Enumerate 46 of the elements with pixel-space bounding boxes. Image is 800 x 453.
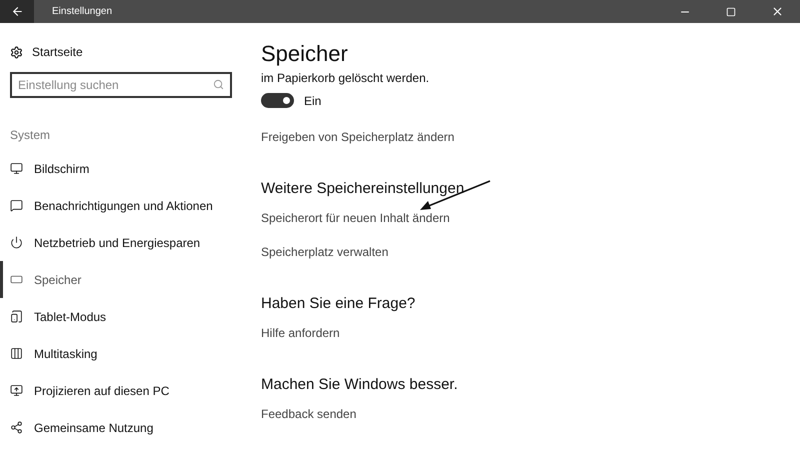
nav-item[interactable]: Netzbetrieb und Energiesparen bbox=[0, 224, 240, 261]
nav-label: Bildschirm bbox=[34, 162, 90, 176]
nav-item[interactable]: Speicher bbox=[0, 261, 240, 298]
nav-label: Benachrichtigungen und Aktionen bbox=[34, 198, 213, 212]
link[interactable]: Feedback senden bbox=[261, 407, 356, 421]
section-heading: Machen Sie Windows besser. bbox=[261, 376, 458, 393]
home-link[interactable]: Startseite bbox=[0, 42, 240, 62]
nav-item[interactable]: Projizieren auf diesen PC bbox=[0, 372, 240, 409]
maximize-icon bbox=[726, 6, 736, 16]
link[interactable]: Speicherplatz verwalten bbox=[261, 245, 388, 259]
nav-item[interactable]: Bildschirm bbox=[0, 150, 240, 187]
search-field[interactable]: Einstellung suchen bbox=[10, 72, 232, 98]
link[interactable]: Freigeben von Speicherplatz ändern bbox=[261, 130, 454, 144]
nav-label: Gemeinsame Nutzung bbox=[34, 420, 154, 434]
nav-item[interactable]: Multitasking bbox=[0, 335, 240, 372]
nav-label: Multitasking bbox=[34, 346, 98, 360]
close-icon bbox=[770, 5, 784, 18]
nav-label: Netzbetrieb und Energiesparen bbox=[34, 236, 200, 250]
description-text: im Papierkorb gelöscht werden. bbox=[261, 71, 430, 85]
toggle-switch[interactable] bbox=[261, 93, 294, 108]
window-title: Einstellungen bbox=[52, 6, 114, 17]
storage-icon bbox=[10, 273, 23, 286]
back-button[interactable] bbox=[0, 0, 34, 23]
search-icon bbox=[213, 79, 224, 90]
page-title: Speicher bbox=[261, 41, 348, 67]
section-heading: System bbox=[10, 128, 52, 142]
settings-icon bbox=[10, 46, 23, 58]
link[interactable]: Hilfe anfordern bbox=[261, 326, 340, 340]
multitasking-icon bbox=[10, 347, 23, 360]
power-icon bbox=[10, 236, 23, 249]
link[interactable]: Speicherort für neuen Inhalt ändern bbox=[261, 211, 450, 225]
back-arrow-icon bbox=[10, 5, 24, 18]
display-icon bbox=[10, 162, 23, 175]
share-icon bbox=[10, 421, 23, 434]
nav-label: Speicher bbox=[34, 272, 82, 286]
nav-label: Projizieren auf diesen PC bbox=[34, 384, 170, 398]
nav-label: Tablet-Modus bbox=[34, 310, 106, 324]
section-heading: Weitere Speichereinstellungen bbox=[261, 180, 464, 197]
section-heading: Haben Sie eine Frage? bbox=[261, 295, 416, 312]
nav-item[interactable]: Gemeinsame Nutzung bbox=[0, 409, 240, 446]
nav-item[interactable]: Benachrichtigungen und Aktionen bbox=[0, 187, 240, 224]
tablet-icon bbox=[10, 310, 23, 323]
nav-item[interactable]: Tablet-Modus bbox=[0, 298, 240, 335]
toggle-label: Ein bbox=[304, 94, 322, 108]
notifications-icon bbox=[10, 199, 23, 212]
project-icon bbox=[10, 384, 23, 397]
